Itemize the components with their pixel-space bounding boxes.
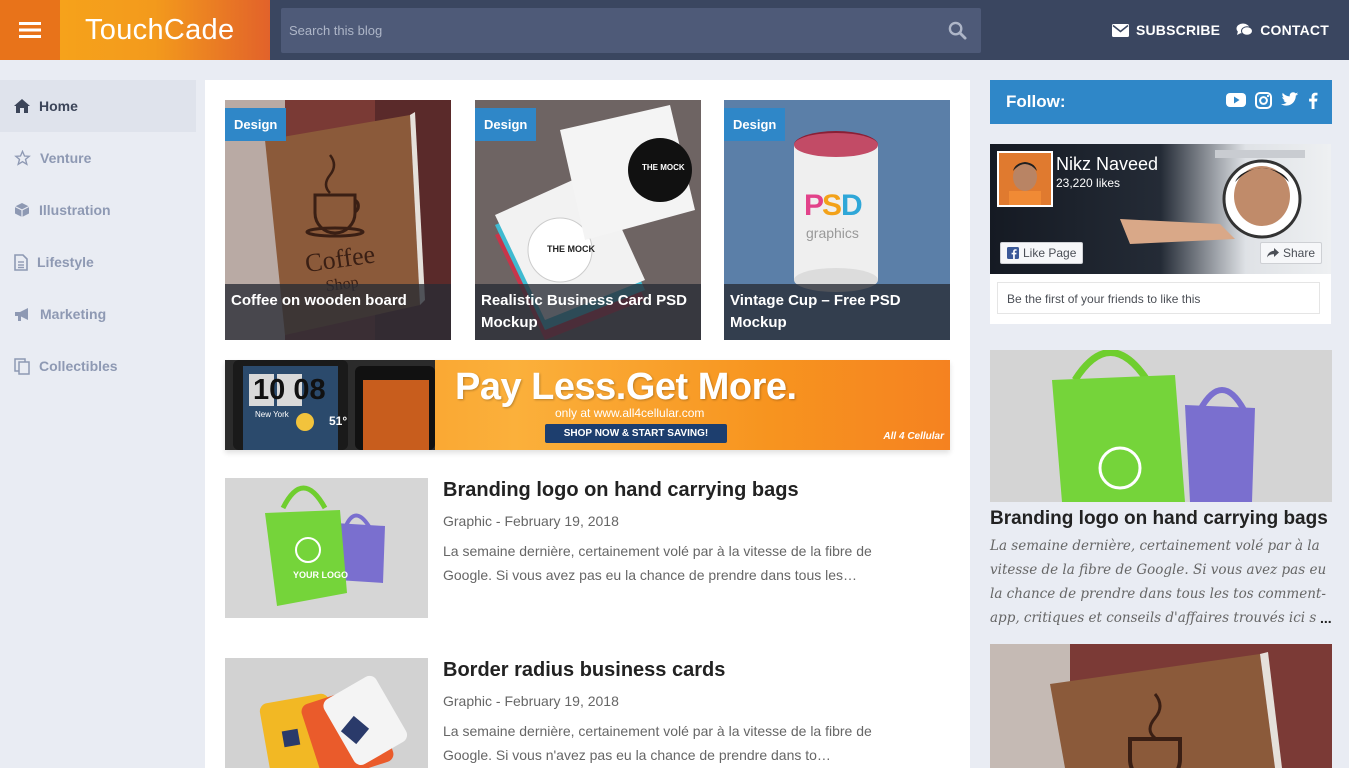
follow-bar: Follow: bbox=[990, 80, 1332, 124]
list-item: YOUR LOGO Branding logo on hand carrying… bbox=[225, 478, 950, 618]
top-bar: TouchCade SUBSCRIBE CONTACT bbox=[0, 0, 1349, 60]
ad-brand: All 4 Cellular bbox=[883, 431, 944, 442]
fb-cover[interactable]: Nikz Naveed 23,220 likes Like Page Share bbox=[990, 144, 1331, 274]
side-post-title[interactable]: Branding logo on hand carrying bags bbox=[990, 508, 1328, 530]
list-item: Border radius business cards Graphic - F… bbox=[225, 658, 950, 768]
sidebar-item-label: Lifestyle bbox=[37, 254, 94, 270]
sidebar-item-marketing[interactable]: Marketing bbox=[0, 288, 196, 340]
side-post-excerpt: La semaine dernière, certainement volé p… bbox=[990, 538, 1327, 626]
chat-bubbles-icon bbox=[1236, 23, 1254, 36]
left-sidebar: Home Venture Illustration Lifestyle Mark… bbox=[0, 80, 196, 392]
follow-label: Follow: bbox=[1006, 92, 1066, 111]
subscribe-label: SUBSCRIBE bbox=[1135, 22, 1221, 38]
ad-subline: only at www.all4cellular.com bbox=[555, 406, 705, 420]
svg-text:YOUR LOGO: YOUR LOGO bbox=[293, 570, 348, 580]
main-content: Coffee Shop Design Coffee on wooden boar… bbox=[205, 80, 970, 768]
svg-text:D: D bbox=[841, 189, 863, 222]
sidebar-item-home[interactable]: Home bbox=[0, 80, 196, 132]
bags-image: YOUR LOGO bbox=[225, 478, 428, 618]
featured-title[interactable]: Coffee on wooden board bbox=[225, 284, 451, 340]
sidebar-item-label: Home bbox=[39, 98, 78, 114]
youtube-icon[interactable] bbox=[1226, 92, 1246, 108]
cube-icon bbox=[14, 203, 30, 217]
svg-text:THE MOCK: THE MOCK bbox=[547, 244, 595, 254]
post-title[interactable]: Branding logo on hand carrying bags bbox=[443, 479, 799, 502]
contact-label: CONTACT bbox=[1260, 22, 1329, 38]
fb-avatar[interactable] bbox=[997, 151, 1053, 207]
post-thumbnail[interactable]: YOUR LOGO bbox=[225, 478, 428, 618]
fb-like-page-button[interactable]: Like Page bbox=[1000, 242, 1084, 264]
search-icon[interactable] bbox=[948, 21, 967, 40]
top-nav: SUBSCRIBE CONTACT bbox=[1111, 0, 1329, 60]
svg-text:THE MOCK: THE MOCK bbox=[642, 163, 685, 172]
sidebar-item-collectibles[interactable]: Collectibles bbox=[0, 340, 196, 392]
hamburger-icon bbox=[19, 22, 41, 38]
featured-title[interactable]: Realistic Business Card PSD Mockup bbox=[475, 284, 701, 340]
facebook-icon bbox=[1007, 247, 1019, 259]
contact-link[interactable]: CONTACT bbox=[1236, 22, 1329, 38]
post-thumbnail[interactable] bbox=[225, 658, 428, 768]
coffee-board-image bbox=[990, 644, 1332, 768]
ad-banner[interactable]: 10 08 New York 51° Pay Less.Get More. on… bbox=[225, 360, 950, 450]
phone-city: New York bbox=[255, 410, 289, 419]
business-cards-image bbox=[225, 658, 428, 768]
category-tag[interactable]: Design bbox=[475, 108, 537, 141]
featured-title[interactable]: Vintage Cup – Free PSD Mockup bbox=[724, 284, 950, 340]
instagram-icon[interactable] bbox=[1255, 92, 1272, 109]
post-meta: Graphic - February 19, 2018 bbox=[443, 513, 619, 529]
profile-photo bbox=[999, 153, 1051, 205]
post-excerpt: La semaine dernière, certainement volé p… bbox=[443, 723, 872, 763]
post-excerpt: La semaine dernière, certainement volé p… bbox=[443, 543, 872, 583]
sidebar-item-label: Illustration bbox=[39, 202, 111, 218]
svg-text:S: S bbox=[822, 189, 842, 222]
fb-friends-note: Be the first of your friends to like thi… bbox=[997, 282, 1320, 314]
subscribe-link[interactable]: SUBSCRIBE bbox=[1111, 22, 1221, 38]
post-title[interactable]: Border radius business cards bbox=[443, 659, 725, 682]
fb-like-count: 23,220 likes bbox=[1056, 176, 1121, 190]
ad-cta-button[interactable]: SHOP NOW & START SAVING! bbox=[545, 424, 727, 443]
featured-card[interactable]: P S D graphics Design Vintage Cup – Free… bbox=[724, 100, 950, 340]
fb-share-label: Share bbox=[1282, 246, 1315, 260]
facebook-page-widget: Nikz Naveed 23,220 likes Like Page Share… bbox=[990, 144, 1331, 324]
svg-text:graphics: graphics bbox=[806, 225, 859, 241]
fb-page-name[interactable]: Nikz Naveed bbox=[1056, 154, 1158, 175]
envelope-icon bbox=[1111, 23, 1129, 37]
sidebar-item-label: Collectibles bbox=[39, 358, 118, 374]
phone-temp: 51° bbox=[329, 414, 348, 428]
bags-image bbox=[990, 350, 1332, 502]
sidebar-item-lifestyle[interactable]: Lifestyle bbox=[0, 236, 196, 288]
search-box bbox=[281, 8, 981, 53]
sidebar-item-venture[interactable]: Venture bbox=[0, 132, 196, 184]
home-icon bbox=[14, 99, 30, 113]
fb-like-label: Like Page bbox=[1023, 246, 1077, 260]
ad-headline: Pay Less.Get More. bbox=[455, 366, 797, 408]
sidebar-item-label: Venture bbox=[40, 150, 92, 166]
sidebar-item-label: Marketing bbox=[40, 306, 107, 322]
share-arrow-icon bbox=[1266, 248, 1279, 258]
fb-share-button[interactable]: Share bbox=[1259, 242, 1322, 264]
sidebar-item-illustration[interactable]: Illustration bbox=[0, 184, 196, 236]
featured-card[interactable]: Coffee Shop Design Coffee on wooden boar… bbox=[225, 100, 451, 340]
featured-card[interactable]: THE MOCK THE MOCK Design Realistic Busin… bbox=[475, 100, 701, 340]
site-logo[interactable]: TouchCade bbox=[60, 0, 270, 60]
social-icons bbox=[1226, 92, 1318, 109]
megaphone-icon bbox=[15, 307, 28, 321]
facebook-icon[interactable] bbox=[1308, 92, 1318, 109]
side-post-thumbnail[interactable] bbox=[990, 350, 1332, 502]
svg-text:P: P bbox=[804, 189, 824, 222]
twitter-icon[interactable] bbox=[1281, 92, 1299, 107]
read-more-ellipsis[interactable]: ... bbox=[1320, 610, 1332, 626]
post-meta: Graphic - February 19, 2018 bbox=[443, 693, 619, 709]
copy-icon bbox=[14, 357, 30, 375]
menu-button[interactable] bbox=[0, 0, 60, 60]
phone-clock: 10 08 bbox=[253, 374, 326, 406]
category-tag[interactable]: Design bbox=[724, 108, 786, 141]
search-input[interactable] bbox=[281, 8, 921, 53]
side-post-thumbnail[interactable] bbox=[990, 644, 1332, 768]
document-icon bbox=[14, 253, 28, 271]
category-tag[interactable]: Design bbox=[225, 108, 287, 141]
star-icon bbox=[14, 150, 31, 166]
